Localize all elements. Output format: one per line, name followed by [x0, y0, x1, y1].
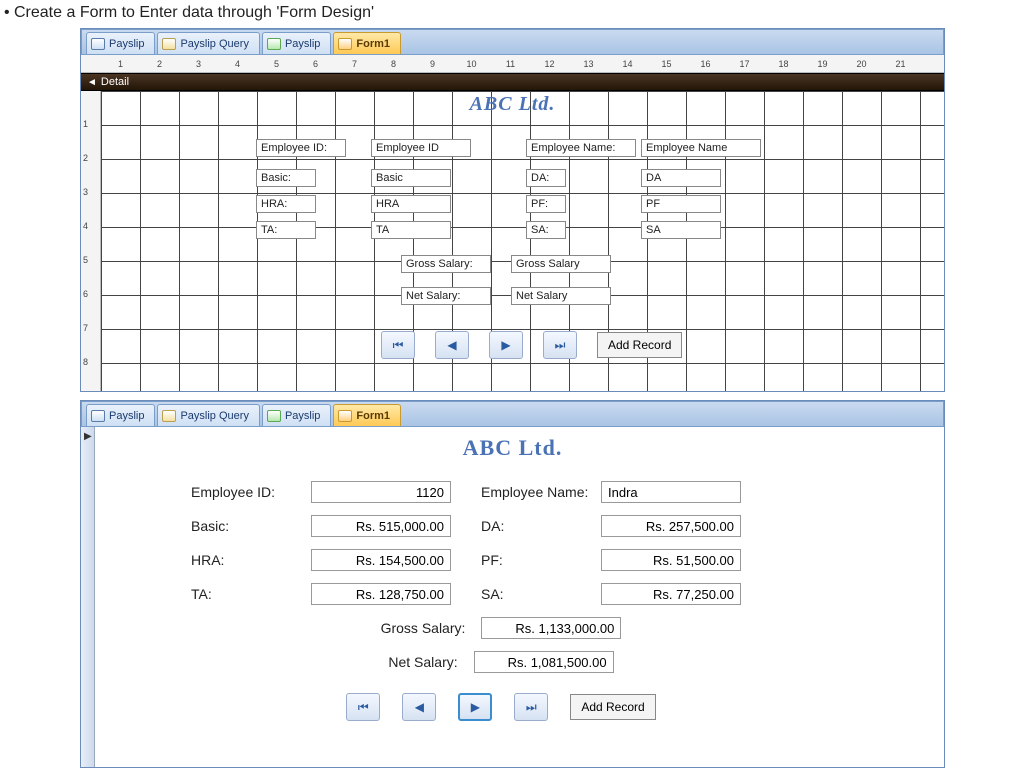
tab-payslip-form[interactable]: Payslip [262, 32, 331, 54]
design-surface[interactable]: 12345678 ABC Ltd. Employee ID: Employee … [81, 91, 944, 391]
label-pf[interactable]: PF: [526, 195, 566, 213]
ruler-vertical: 12345678 [81, 91, 101, 391]
form-title-label[interactable]: ABC Ltd. [81, 93, 944, 116]
label-pf: PF: [451, 552, 601, 568]
input-basic[interactable] [311, 515, 451, 537]
field-hra[interactable]: HRA [371, 195, 451, 213]
field-sa[interactable]: SA [641, 221, 721, 239]
nav-last-button[interactable]: ⏭ [514, 693, 548, 721]
label-employee-id[interactable]: Employee ID: [256, 139, 346, 157]
field-employee-id[interactable]: Employee ID [371, 139, 471, 157]
label-gross[interactable]: Gross Salary: [401, 255, 491, 273]
record-pointer-icon: ▶ [84, 431, 92, 442]
form-icon [267, 410, 281, 422]
form-body: ▶ ABC Ltd. Employee ID: Employee Name: B… [81, 427, 944, 767]
tab-payslip-table[interactable]: Payslip [86, 32, 155, 54]
tab-payslip-table[interactable]: Payslip [86, 404, 155, 426]
tab-strip-design: Payslip Payslip Query Payslip Form1 [81, 29, 944, 55]
add-record-button[interactable]: Add Record [570, 694, 655, 720]
label-hra[interactable]: HRA: [256, 195, 316, 213]
form-title: ABC Ltd. [81, 427, 944, 475]
input-employee-name[interactable] [601, 481, 741, 503]
form-icon [338, 38, 352, 50]
label-sa: SA: [451, 586, 601, 602]
label-employee-name[interactable]: Employee Name: [526, 139, 636, 157]
record-selector[interactable]: ▶ [81, 427, 95, 767]
label-basic[interactable]: Basic: [256, 169, 316, 187]
input-employee-id[interactable] [311, 481, 451, 503]
nav-prev-button[interactable]: ◀ [435, 331, 469, 359]
nav-first-icon: ⏮ [393, 338, 404, 353]
nav-prev-icon: ◀ [447, 338, 456, 352]
form-icon [338, 410, 352, 422]
label-employee-name: Employee Name: [451, 484, 601, 500]
query-icon [162, 410, 176, 422]
input-ta[interactable] [311, 583, 451, 605]
form-view-panel: Payslip Payslip Query Payslip Form1 ▶ AB… [80, 400, 945, 768]
input-sa[interactable] [601, 583, 741, 605]
label-net[interactable]: Net Salary: [401, 287, 491, 305]
field-pf[interactable]: PF [641, 195, 721, 213]
add-record-button[interactable]: Add Record [597, 332, 682, 358]
nav-first-button[interactable]: ⏮ [346, 693, 380, 721]
nav-first-button[interactable]: ⏮ [381, 331, 415, 359]
nav-prev-button[interactable]: ◀ [402, 693, 436, 721]
field-net[interactable]: Net Salary [511, 287, 611, 305]
label-net: Net Salary: [388, 654, 457, 670]
label-hra: HRA: [191, 552, 311, 568]
input-da[interactable] [601, 515, 741, 537]
label-sa[interactable]: SA: [526, 221, 566, 239]
tab-form1[interactable]: Form1 [333, 32, 401, 54]
table-icon [91, 38, 105, 50]
ruler-horizontal: 123456789101112131415161718192021 [81, 55, 944, 73]
label-ta[interactable]: TA: [256, 221, 316, 239]
nav-prev-icon: ◀ [415, 700, 424, 714]
nav-next-icon: ▶ [471, 700, 480, 714]
nav-next-icon: ▶ [501, 338, 510, 352]
input-net[interactable] [474, 651, 614, 673]
table-icon [91, 410, 105, 422]
label-da: DA: [451, 518, 601, 534]
field-gross[interactable]: Gross Salary [511, 255, 611, 273]
label-employee-id: Employee ID: [191, 484, 311, 500]
field-basic[interactable]: Basic [371, 169, 451, 187]
tab-form1[interactable]: Form1 [333, 404, 401, 426]
field-ta[interactable]: TA [371, 221, 451, 239]
nav-last-button[interactable]: ⏭ [543, 331, 577, 359]
label-ta: TA: [191, 586, 311, 602]
input-hra[interactable] [311, 549, 451, 571]
page-caption: •Create a Form to Enter data through 'Fo… [0, 0, 1024, 28]
tab-payslip-form[interactable]: Payslip [262, 404, 331, 426]
section-bar-detail[interactable]: ◄ Detail [81, 73, 944, 91]
section-arrow-icon: ◄ [87, 77, 97, 88]
nav-next-button[interactable]: ▶ [458, 693, 492, 721]
label-gross: Gross Salary: [381, 620, 466, 636]
input-gross[interactable] [481, 617, 621, 639]
label-basic: Basic: [191, 518, 311, 534]
design-view-panel: Payslip Payslip Query Payslip Form1 1234… [80, 28, 945, 392]
form-icon [267, 38, 281, 50]
tab-payslip-query[interactable]: Payslip Query [157, 404, 259, 426]
input-pf[interactable] [601, 549, 741, 571]
field-employee-name[interactable]: Employee Name [641, 139, 761, 157]
nav-last-icon: ⏭ [555, 338, 566, 353]
field-da[interactable]: DA [641, 169, 721, 187]
tab-payslip-query[interactable]: Payslip Query [157, 32, 259, 54]
nav-last-icon: ⏭ [526, 700, 537, 715]
tab-strip-form: Payslip Payslip Query Payslip Form1 [81, 401, 944, 427]
nav-first-icon: ⏮ [358, 700, 369, 715]
query-icon [162, 38, 176, 50]
nav-next-button[interactable]: ▶ [489, 331, 523, 359]
label-da[interactable]: DA: [526, 169, 566, 187]
